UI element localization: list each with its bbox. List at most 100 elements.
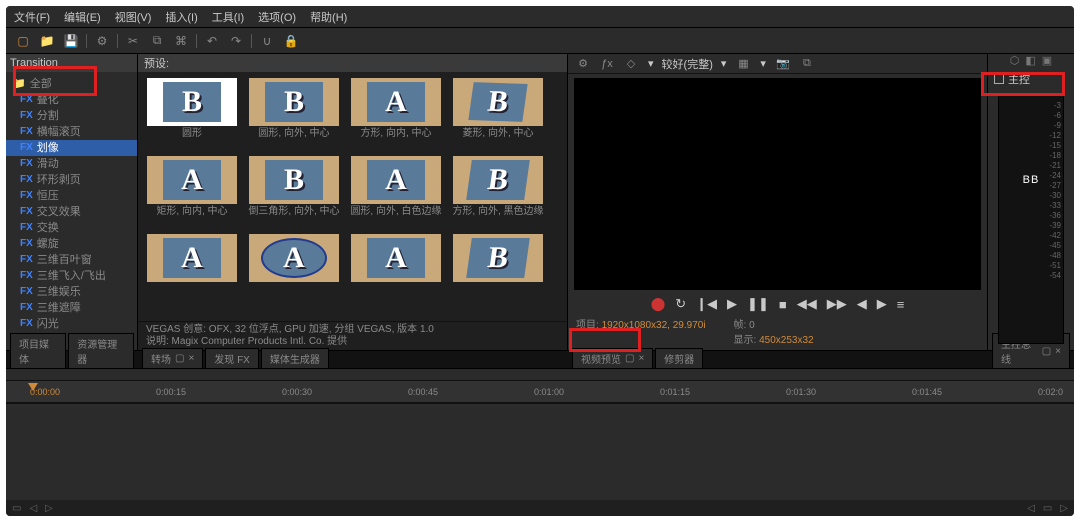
new-project-icon[interactable]: ▢ [14,32,32,50]
open-folder-icon[interactable]: 📁 [38,32,56,50]
pause-button[interactable]: ❚❚ [747,296,769,312]
preset-thumbnail[interactable]: B圆形 [146,78,238,152]
timeline-tool-c[interactable]: ▷ [45,503,53,514]
master-icon-a[interactable]: ⬡ [1010,54,1020,70]
meter-tick: -39 [1049,221,1061,230]
copy-icon[interactable]: ⧉ [148,32,166,50]
preview-settings-icon[interactable]: ⚙ [574,55,592,73]
tree-item[interactable]: FX划像 [6,140,137,156]
tree-item[interactable]: FX叠化 [6,92,137,108]
preview-quality-dropdown[interactable]: 较好(完整) [662,56,713,72]
preview-fx-icon[interactable]: ƒx [598,55,616,73]
transport-bar: ⬤ ↻ ❙◀ ▶ ❚❚ ■ ◀◀ ▶▶ ◀ ▶ ≡ [568,294,987,314]
go-end-button[interactable]: ▶▶ [827,296,847,312]
fx-badge: FX [20,173,33,187]
go-start-button[interactable]: ◀◀ [797,296,817,312]
menu-options[interactable]: 选项(O) [258,9,296,25]
preset-thumbnail[interactable]: A矩形, 向内, 中心 [146,156,238,230]
preset-thumbnail[interactable]: A [248,234,340,308]
preview-grid-icon[interactable]: ▦ [734,55,752,73]
menu-file[interactable]: 文件(F) [14,9,50,25]
tree-item[interactable]: FX滑动 [6,156,137,172]
close-icon[interactable]: × [188,353,194,364]
redo-icon[interactable]: ↷ [227,32,245,50]
transport-menu[interactable]: ≡ [897,297,905,312]
tree-root-all[interactable]: 📁 全部 [6,74,137,92]
preview-snapshot-icon[interactable]: 📷 [774,55,792,73]
tree-item[interactable]: FX三维百叶窗 [6,252,137,268]
thumbnail-letter: A [181,163,203,197]
timeline-tool-e[interactable]: ▭ [1043,503,1052,514]
preset-thumbnail[interactable]: A [350,234,442,308]
preset-thumbnail[interactable]: B方形, 向外, 黑色边缘 [452,156,544,230]
tab-discover-fx[interactable]: 发现 FX [205,348,259,368]
tree-header: Transition [6,54,137,72]
preset-thumbnails[interactable]: B圆形B圆形, 向外, 中心A方形, 向内, 中心B菱形, 向外, 中心A矩形,… [138,72,567,321]
master-icon-c[interactable]: ▣ [1042,54,1052,70]
save-icon[interactable]: 💾 [62,32,80,50]
settings-icon[interactable]: ⚙ [93,32,111,50]
menu-view[interactable]: 视图(V) [115,9,152,25]
tab-explorer[interactable]: 资源管理器 [68,333,134,368]
record-button[interactable]: ⬤ [651,296,666,312]
timeline-tool-d[interactable]: ◁ [1027,503,1035,514]
next-frame-button[interactable]: ▶ [877,296,887,312]
tree-item[interactable]: FX分割 [6,108,137,124]
timeline-ruler[interactable]: 0:00:000:00:150:00:300:00:450:01:000:01:… [6,381,1074,403]
tree-item[interactable]: FX三维遮障 [6,300,137,316]
master-meter[interactable]: BB -3-6-9-12-15-18-21-24-27-30-33-36-39-… [998,94,1064,344]
tab-transitions[interactable]: 转场▢× [142,348,203,368]
tree-item[interactable]: FX螺旋 [6,236,137,252]
tree-item[interactable]: FX环形剥页 [6,172,137,188]
timeline-tool-a[interactable]: ▭ [12,503,21,514]
thumbnail-image: B [249,156,339,204]
tree-item[interactable]: FX横幅滚页 [6,124,137,140]
menu-tools[interactable]: 工具(I) [212,9,244,25]
fx-badge: FX [20,285,33,299]
effects-tree[interactable]: 📁 全部 FX叠化FX分割FX横幅滚页FX划像FX滑动FX环形剥页FX恒压FX交… [6,72,137,350]
tree-item[interactable]: FX交叉效果 [6,204,137,220]
tab-video-preview[interactable]: 视频预览▢× [572,348,653,368]
close-icon[interactable]: × [638,353,644,364]
menu-help[interactable]: 帮助(H) [310,9,347,25]
undo-icon[interactable]: ↶ [203,32,221,50]
paste-icon[interactable]: ⌘ [172,32,190,50]
meter-tick: -33 [1049,201,1061,210]
tree-item[interactable]: FX三维飞入/飞出 [6,268,137,284]
play-start-button[interactable]: ❙◀ [696,296,717,312]
preview-split-icon[interactable]: ◇ [622,55,640,73]
snap-icon[interactable]: ∪ [258,32,276,50]
tree-item[interactable]: FX三维娱乐 [6,284,137,300]
lock-icon[interactable]: 🔒 [282,32,300,50]
ruler-timecode: 0:02:0 [1038,387,1063,397]
tab-trimmer[interactable]: 修剪器 [655,348,703,368]
timeline-tool-f[interactable]: ▷ [1060,503,1068,514]
menu-edit[interactable]: 编辑(E) [64,9,101,25]
thumbnail-caption: 圆形 [182,126,202,152]
cut-icon[interactable]: ✂ [124,32,142,50]
timeline-tool-b[interactable]: ◁ [29,503,37,514]
timeline-tracks[interactable] [6,403,1074,500]
preset-thumbnail[interactable]: B圆形, 向外, 中心 [248,78,340,152]
menu-insert[interactable]: 插入(I) [165,9,197,25]
preview-copy-icon[interactable]: ⧉ [798,55,816,73]
master-icon-b[interactable]: ◧ [1025,54,1035,70]
preset-thumbnail[interactable]: A方形, 向内, 中心 [350,78,442,152]
play-button[interactable]: ▶ [727,296,737,312]
loop-button[interactable]: ↻ [675,296,686,312]
preset-thumbnail[interactable]: A圆形, 向外, 白色边缘 [350,156,442,230]
tree-item[interactable]: FX交换 [6,220,137,236]
tree-item-label: 分割 [37,109,59,123]
tree-item[interactable]: FX闪光 [6,316,137,332]
prev-frame-button[interactable]: ◀ [857,296,867,312]
tree-item[interactable]: FX恒压 [6,188,137,204]
preset-thumbnail[interactable]: A [146,234,238,308]
stop-button[interactable]: ■ [779,297,787,312]
preset-thumbnail[interactable]: B菱形, 向外, 中心 [452,78,544,152]
preset-thumbnail[interactable]: B倒三角形, 向外, 中心 [248,156,340,230]
preset-thumbnail[interactable]: B [452,234,544,308]
meter-label: BB [1023,174,1040,186]
thumbnail-caption: 圆形, 向外, 中心 [258,126,329,152]
tab-project-media[interactable]: 项目媒体 [10,333,66,368]
tab-media-gen[interactable]: 媒体生成器 [261,348,329,368]
